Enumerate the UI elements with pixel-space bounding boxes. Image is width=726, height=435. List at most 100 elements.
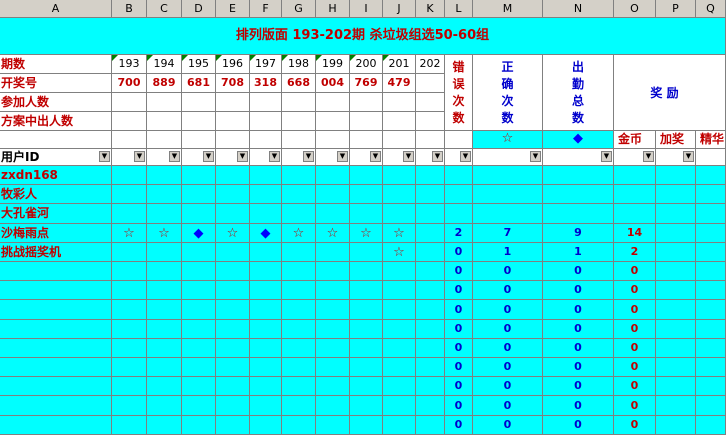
bonus-cell[interactable] (656, 377, 696, 396)
participants-cell[interactable] (216, 93, 250, 112)
participants-cell[interactable] (416, 93, 445, 112)
gold-cell[interactable]: 2 (614, 243, 656, 262)
user-id-cell[interactable] (0, 339, 112, 358)
period-cell-202[interactable]: 202 (416, 55, 445, 74)
errors-cell[interactable]: 0 (445, 416, 473, 435)
mark-cell[interactable] (316, 358, 350, 377)
header-correct[interactable]: 正确次数 (473, 55, 543, 131)
blank-cell[interactable] (216, 131, 250, 149)
filter-dropdown-icon[interactable]: ▼ (237, 151, 248, 162)
period-cell-199[interactable]: 199 (316, 55, 350, 74)
filter-cell[interactable]: ▼ (416, 149, 445, 166)
mark-cell[interactable] (112, 243, 147, 262)
label-plan-hits[interactable]: 方案中出人数 (0, 112, 112, 131)
attendance-cell[interactable] (543, 185, 614, 204)
mark-cell[interactable] (383, 377, 416, 396)
user-id-cell[interactable] (0, 358, 112, 377)
mark-cell[interactable] (182, 204, 216, 224)
participants-cell[interactable] (282, 93, 316, 112)
errors-cell[interactable] (445, 166, 473, 185)
sheet-title[interactable]: 排列版面 193-202期 杀垃圾组选50-60组 (0, 18, 726, 55)
mark-cell[interactable] (416, 224, 445, 243)
plan-hits-cell[interactable] (250, 112, 282, 131)
elite-cell[interactable] (696, 339, 726, 358)
user-id-cell[interactable] (0, 320, 112, 339)
mark-cell[interactable] (383, 204, 416, 224)
mark-cell[interactable] (282, 416, 316, 435)
mark-cell[interactable] (250, 396, 282, 416)
blank-cell[interactable] (383, 131, 416, 149)
mark-cell[interactable] (383, 416, 416, 435)
mark-cell[interactable] (350, 204, 383, 224)
draw-cell-197[interactable]: 318 (250, 74, 282, 93)
mark-cell[interactable] (282, 281, 316, 300)
attendance-cell[interactable]: 0 (543, 300, 614, 320)
mark-cell[interactable] (282, 243, 316, 262)
mark-cell[interactable] (282, 300, 316, 320)
mark-cell[interactable] (350, 377, 383, 396)
plan-hits-cell[interactable] (350, 112, 383, 131)
filter-cell[interactable]: ▼ (182, 149, 216, 166)
errors-cell[interactable]: 0 (445, 377, 473, 396)
mark-cell[interactable] (182, 339, 216, 358)
correct-cell[interactable]: 0 (473, 416, 543, 435)
header-errors[interactable]: 错误次数 (445, 55, 473, 131)
mark-cell[interactable] (250, 416, 282, 435)
mark-cell[interactable] (416, 377, 445, 396)
mark-cell[interactable] (350, 358, 383, 377)
mark-cell[interactable] (316, 377, 350, 396)
correct-cell[interactable]: 7 (473, 224, 543, 243)
filter-dropdown-icon[interactable]: ▼ (134, 151, 145, 162)
filter-cell[interactable]: ▼ (147, 149, 182, 166)
plan-hits-cell[interactable] (147, 112, 182, 131)
draw-cell-193[interactable]: 700 (112, 74, 147, 93)
header-attendance[interactable]: 出勤总数 (543, 55, 614, 131)
mark-cell[interactable]: ☆ (282, 224, 316, 243)
mark-cell[interactable] (416, 185, 445, 204)
blank-cell[interactable] (250, 131, 282, 149)
attendance-cell[interactable] (543, 166, 614, 185)
filter-cell[interactable]: ▼ (316, 149, 350, 166)
filter-dropdown-icon[interactable]: ▼ (169, 151, 180, 162)
bonus-cell[interactable] (656, 185, 696, 204)
bonus-cell[interactable] (656, 358, 696, 377)
blank-cell[interactable] (416, 131, 445, 149)
elite-cell[interactable] (696, 300, 726, 320)
filter-cell[interactable]: ▼ (112, 149, 147, 166)
column-header-k[interactable]: K (416, 0, 445, 18)
mark-cell[interactable] (316, 243, 350, 262)
column-header-q[interactable]: Q (696, 0, 726, 18)
attendance-cell[interactable]: 0 (543, 396, 614, 416)
plan-hits-cell[interactable] (416, 112, 445, 131)
mark-cell[interactable] (147, 166, 182, 185)
period-cell-194[interactable]: 194 (147, 55, 182, 74)
blank-cell-a6[interactable] (0, 131, 112, 149)
header-gold[interactable]: 金币 (614, 131, 656, 149)
attendance-cell[interactable]: 0 (543, 262, 614, 281)
header-elite[interactable]: 精华 (696, 131, 726, 149)
mark-cell[interactable] (383, 396, 416, 416)
label-draw[interactable]: 开奖号 (0, 74, 112, 93)
user-id-cell[interactable] (0, 377, 112, 396)
mark-cell[interactable]: ☆ (147, 224, 182, 243)
correct-cell[interactable]: 0 (473, 358, 543, 377)
mark-cell[interactable] (216, 262, 250, 281)
filter-dropdown-icon[interactable]: ▼ (601, 151, 612, 162)
participants-cell[interactable] (350, 93, 383, 112)
mark-cell[interactable] (282, 166, 316, 185)
mark-cell[interactable] (350, 281, 383, 300)
draw-cell-194[interactable]: 889 (147, 74, 182, 93)
mark-cell[interactable] (147, 339, 182, 358)
mark-cell[interactable] (350, 185, 383, 204)
user-id-cell[interactable]: 沙梅雨点 (0, 224, 112, 243)
mark-cell[interactable]: ☆ (316, 224, 350, 243)
filter-dropdown-icon[interactable]: ▼ (303, 151, 314, 162)
column-header-i[interactable]: I (350, 0, 383, 18)
attendance-cell[interactable]: 0 (543, 339, 614, 358)
plan-hits-cell[interactable] (383, 112, 416, 131)
mark-cell[interactable] (316, 281, 350, 300)
mark-cell[interactable] (316, 166, 350, 185)
elite-cell[interactable] (696, 320, 726, 339)
correct-cell[interactable]: 0 (473, 377, 543, 396)
column-header-g[interactable]: G (282, 0, 316, 18)
